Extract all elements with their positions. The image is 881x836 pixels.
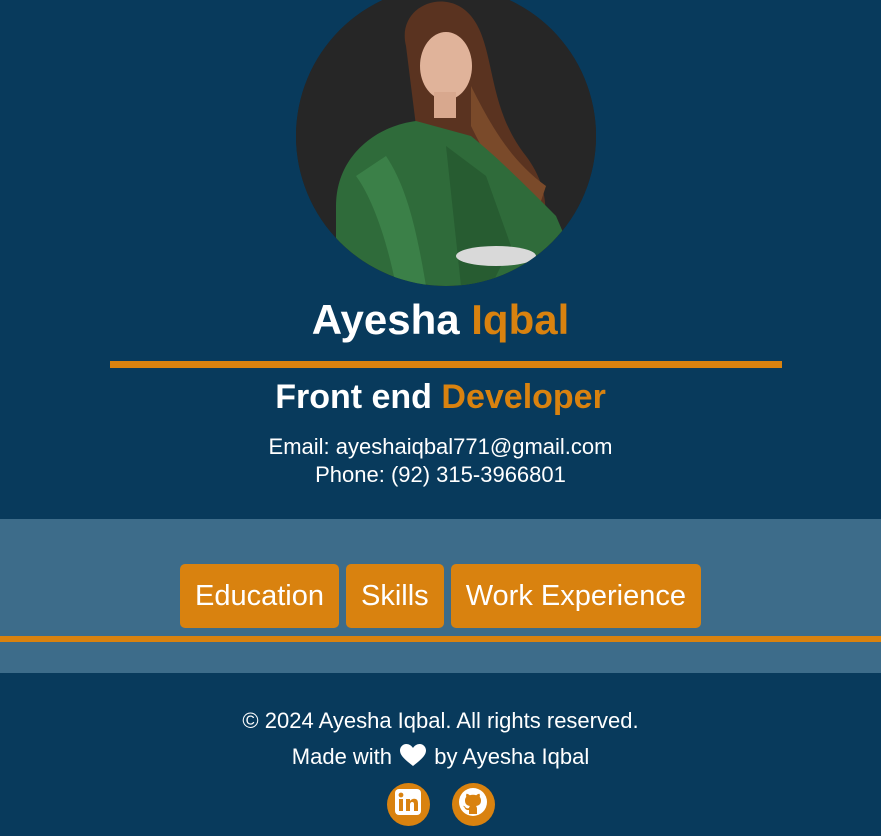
name-divider: [110, 361, 782, 368]
linkedin-icon: [394, 788, 422, 821]
role-accent: Developer: [441, 378, 606, 416]
linkedin-link[interactable]: [386, 783, 430, 826]
social-links: [0, 783, 881, 826]
section-nav: Education Skills Work Experience: [0, 564, 881, 628]
profile-name: Ayesha Iqbal: [0, 296, 881, 344]
made-with-prefix: Made with: [291, 744, 393, 769]
copyright-text: © 2024 Ayesha Iqbal. All rights reserved…: [242, 708, 639, 733]
email-text: Email: ayeshaiqbal771@gmail.com: [268, 434, 613, 459]
contact-info: Email: ayeshaiqbal771@gmail.com Phone: (…: [0, 433, 881, 489]
role-prefix: Front end: [275, 378, 432, 416]
profile-header: Ayesha Iqbal Front end Developer Email: …: [0, 0, 881, 519]
skills-button[interactable]: Skills: [346, 564, 444, 628]
phone-text: Phone: (92) 315-3966801: [315, 462, 566, 487]
made-with-suffix: by Ayesha Iqbal: [434, 744, 590, 769]
github-icon: [458, 787, 488, 822]
work-experience-button[interactable]: Work Experience: [450, 564, 701, 628]
last-name: Iqbal: [471, 296, 570, 343]
profile-photo: [296, 0, 596, 286]
heart-icon: [400, 744, 427, 774]
first-name: Ayesha: [311, 296, 460, 343]
github-link[interactable]: [451, 783, 495, 826]
education-button[interactable]: Education: [180, 564, 340, 628]
footer: © 2024 Ayesha Iqbal. All rights reserved…: [0, 673, 881, 836]
nav-divider: [0, 636, 881, 642]
profile-role: Front end Developer: [0, 377, 881, 417]
nav-section: Education Skills Work Experience: [0, 519, 881, 673]
made-with-line: Made with by Ayesha Iqbal: [0, 743, 881, 774]
